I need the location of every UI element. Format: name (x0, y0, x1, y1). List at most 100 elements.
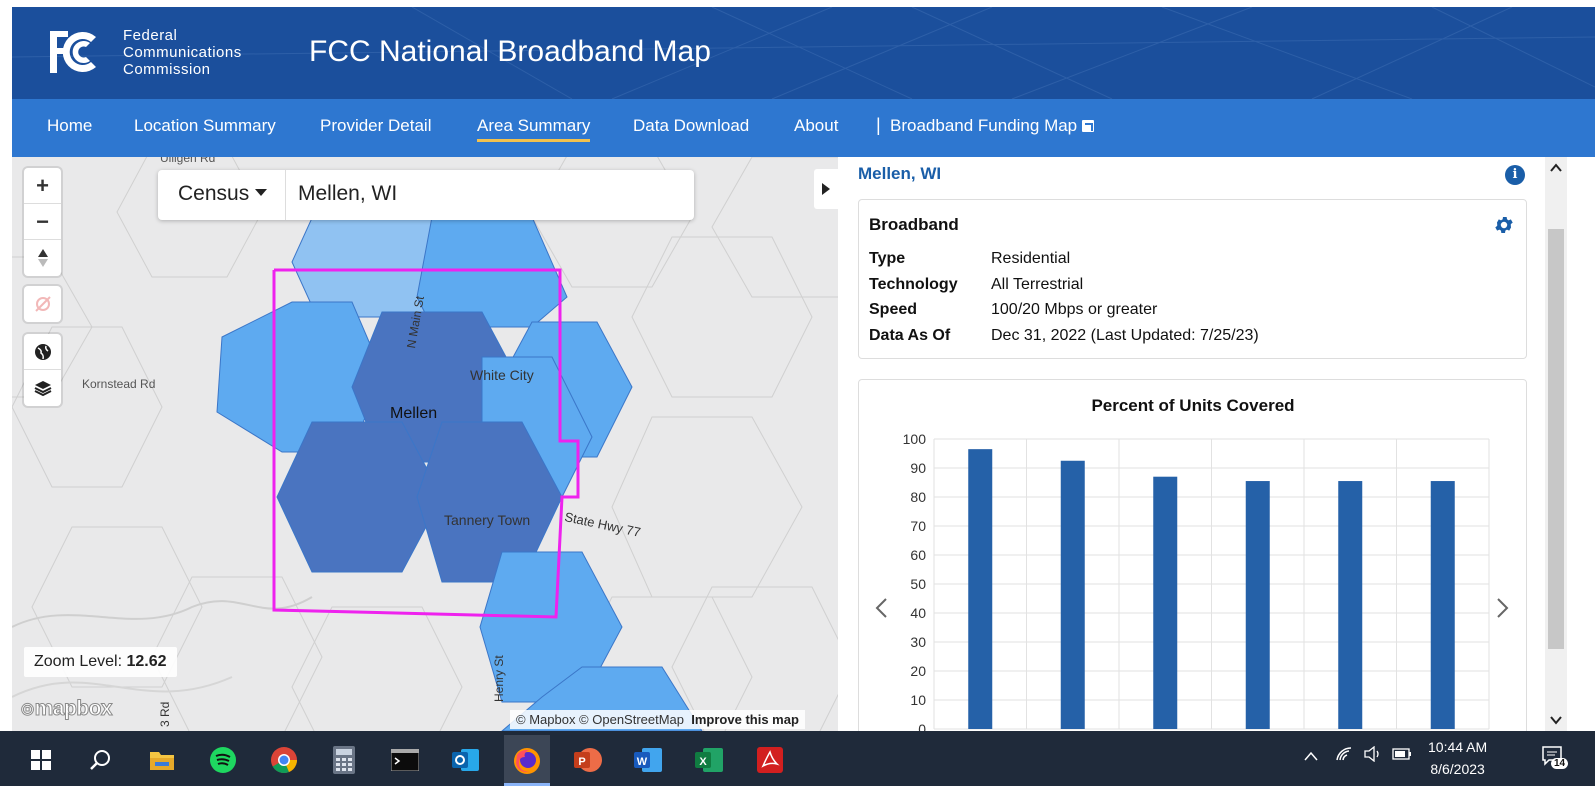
zoom-level-value: 12.62 (126, 653, 167, 670)
main-nav: Home Location Summary Provider Detail Ar… (12, 99, 1595, 157)
place-label: Tannery Town (444, 512, 531, 528)
site-title[interactable]: FCC National Broadband Map (309, 35, 711, 69)
coverage-chart-card: Percent of Units Covered 0 10 20 30 40 50 60 70… (858, 379, 1527, 731)
improve-map-link[interactable]: Improve this map (691, 712, 799, 727)
terminal-icon[interactable] (385, 740, 425, 780)
outlook-icon[interactable] (446, 740, 486, 780)
chart-bar[interactable] (1153, 476, 1178, 729)
battery-icon[interactable] (1392, 747, 1412, 765)
fcc-logo[interactable] (46, 27, 106, 77)
chart-bar[interactable] (968, 449, 993, 729)
spotify-icon[interactable] (203, 740, 243, 780)
wifi-icon[interactable] (1335, 746, 1353, 766)
file-explorer-icon[interactable] (142, 740, 182, 780)
info-icon[interactable]: i (1505, 165, 1525, 185)
compass-icon (37, 249, 48, 267)
row-key: Type (869, 250, 906, 267)
y-tick-label: 10 (910, 692, 926, 708)
y-tick-label: 40 (910, 605, 926, 621)
nav-data-download[interactable]: Data Download (633, 116, 749, 136)
external-link-icon (1082, 120, 1095, 132)
geography-type-label: Census (178, 182, 250, 205)
zoom-controls: + − (24, 168, 61, 276)
windows-start-icon[interactable] (21, 740, 61, 780)
coverage-hex[interactable] (416, 216, 568, 328)
site-header: Federal Communications Commission FCC Na… (12, 7, 1595, 99)
agency-line: Communications (123, 44, 242, 61)
globe-icon (34, 343, 51, 360)
y-tick-label: 70 (910, 518, 926, 534)
word-icon[interactable]: W (628, 740, 668, 780)
chevron-right-icon[interactable] (1496, 597, 1510, 619)
attribution-text[interactable]: © Mapbox © OpenStreetMap (516, 712, 684, 727)
panel-collapse-toggle[interactable] (814, 169, 838, 209)
geolocate-control (24, 286, 61, 322)
chart-bar[interactable] (1245, 481, 1270, 729)
zoom-level-readout: Zoom Level: 12.62 (24, 647, 177, 677)
zoom-level-label: Zoom Level: (34, 653, 123, 670)
powerpoint-icon[interactable]: P (568, 740, 608, 780)
zoom-in-button[interactable]: + (24, 168, 61, 204)
area-title: Mellen, WI (858, 164, 942, 183)
acrobat-icon[interactable] (750, 740, 790, 780)
broadband-row-technology: Technology All Terrestrial (869, 276, 1083, 294)
panel-scrollbar[interactable] (1545, 157, 1567, 731)
road-label: Ulligen Rd (160, 157, 216, 165)
chart-bar[interactable] (1338, 481, 1363, 729)
chevron-left-icon[interactable] (874, 597, 888, 619)
scroll-down-icon[interactable] (1549, 713, 1563, 727)
road-label: Henry St (492, 655, 506, 702)
chart-bar[interactable] (1060, 460, 1085, 729)
notification-center-button[interactable]: 14 (1541, 744, 1569, 772)
gear-icon[interactable] (1493, 214, 1515, 236)
mapbox-logo[interactable]: ⊙mapbox (20, 697, 114, 721)
row-value: All Terrestrial (991, 276, 1084, 293)
system-clock[interactable]: 10:44 AM 8/6/2023 (1428, 736, 1487, 780)
broadband-card-title: Broadband (869, 215, 959, 234)
agency-line: Federal (123, 27, 178, 44)
search-icon[interactable] (80, 740, 120, 780)
place-label: White City (470, 367, 534, 383)
clock-date: 8/6/2023 (1430, 761, 1485, 777)
search-input[interactable] (298, 182, 678, 206)
row-key: Data As Of (869, 327, 951, 344)
nav-funding-label: Broadband Funding Map (890, 116, 1078, 135)
excel-icon[interactable]: X (689, 740, 729, 780)
chart-bar[interactable] (1430, 481, 1455, 729)
nav-about[interactable]: About (794, 116, 838, 136)
svg-text:X: X (699, 756, 707, 768)
window-top-edge (0, 0, 1595, 7)
place-label: Mellen (390, 405, 438, 422)
nav-separator: | (876, 115, 881, 135)
zoom-out-button[interactable]: − (24, 204, 61, 240)
calculator-icon[interactable] (324, 740, 364, 780)
nav-home[interactable]: Home (47, 116, 92, 136)
compass-button[interactable] (24, 240, 61, 276)
scroll-thumb[interactable] (1548, 229, 1564, 649)
chart-title: Percent of Units Covered (1091, 396, 1294, 415)
scroll-up-icon[interactable] (1549, 161, 1563, 175)
clock-time: 10:44 AM (1428, 739, 1488, 755)
layers-icon (34, 381, 51, 397)
chrome-icon[interactable] (264, 740, 304, 780)
nav-location-summary[interactable]: Location Summary (134, 116, 276, 136)
broadband-row-type: Type Residential (869, 250, 1070, 268)
speaker-icon[interactable] (1364, 745, 1382, 766)
geolocate-button[interactable] (24, 286, 61, 322)
nav-broadband-funding-map[interactable]: Broadband Funding Map (890, 116, 1095, 136)
firefox-icon[interactable] (504, 735, 550, 786)
screen: Federal Communications Commission FCC Na… (0, 0, 1595, 786)
nav-provider-detail[interactable]: Provider Detail (320, 116, 432, 136)
chevron-up-icon[interactable] (1304, 748, 1318, 765)
broadband-row-speed: Speed 100/20 Mbps or greater (869, 301, 1157, 319)
svg-text:W: W (637, 756, 648, 768)
map-layer[interactable] (12, 157, 838, 731)
map-canvas[interactable]: Ulligen Rd Kornstead Rd N Main St White … (12, 157, 838, 731)
layers-button[interactable] (24, 370, 61, 406)
y-tick-label: 20 (910, 663, 926, 679)
nav-area-summary[interactable]: Area Summary (477, 116, 591, 142)
coverage-bar-chart: Percent of Units Covered 0 10 20 30 40 50 60 70… (903, 396, 1490, 731)
globe-button[interactable] (24, 334, 61, 370)
row-key: Technology (869, 276, 958, 293)
geography-type-dropdown[interactable]: Census (158, 170, 286, 220)
